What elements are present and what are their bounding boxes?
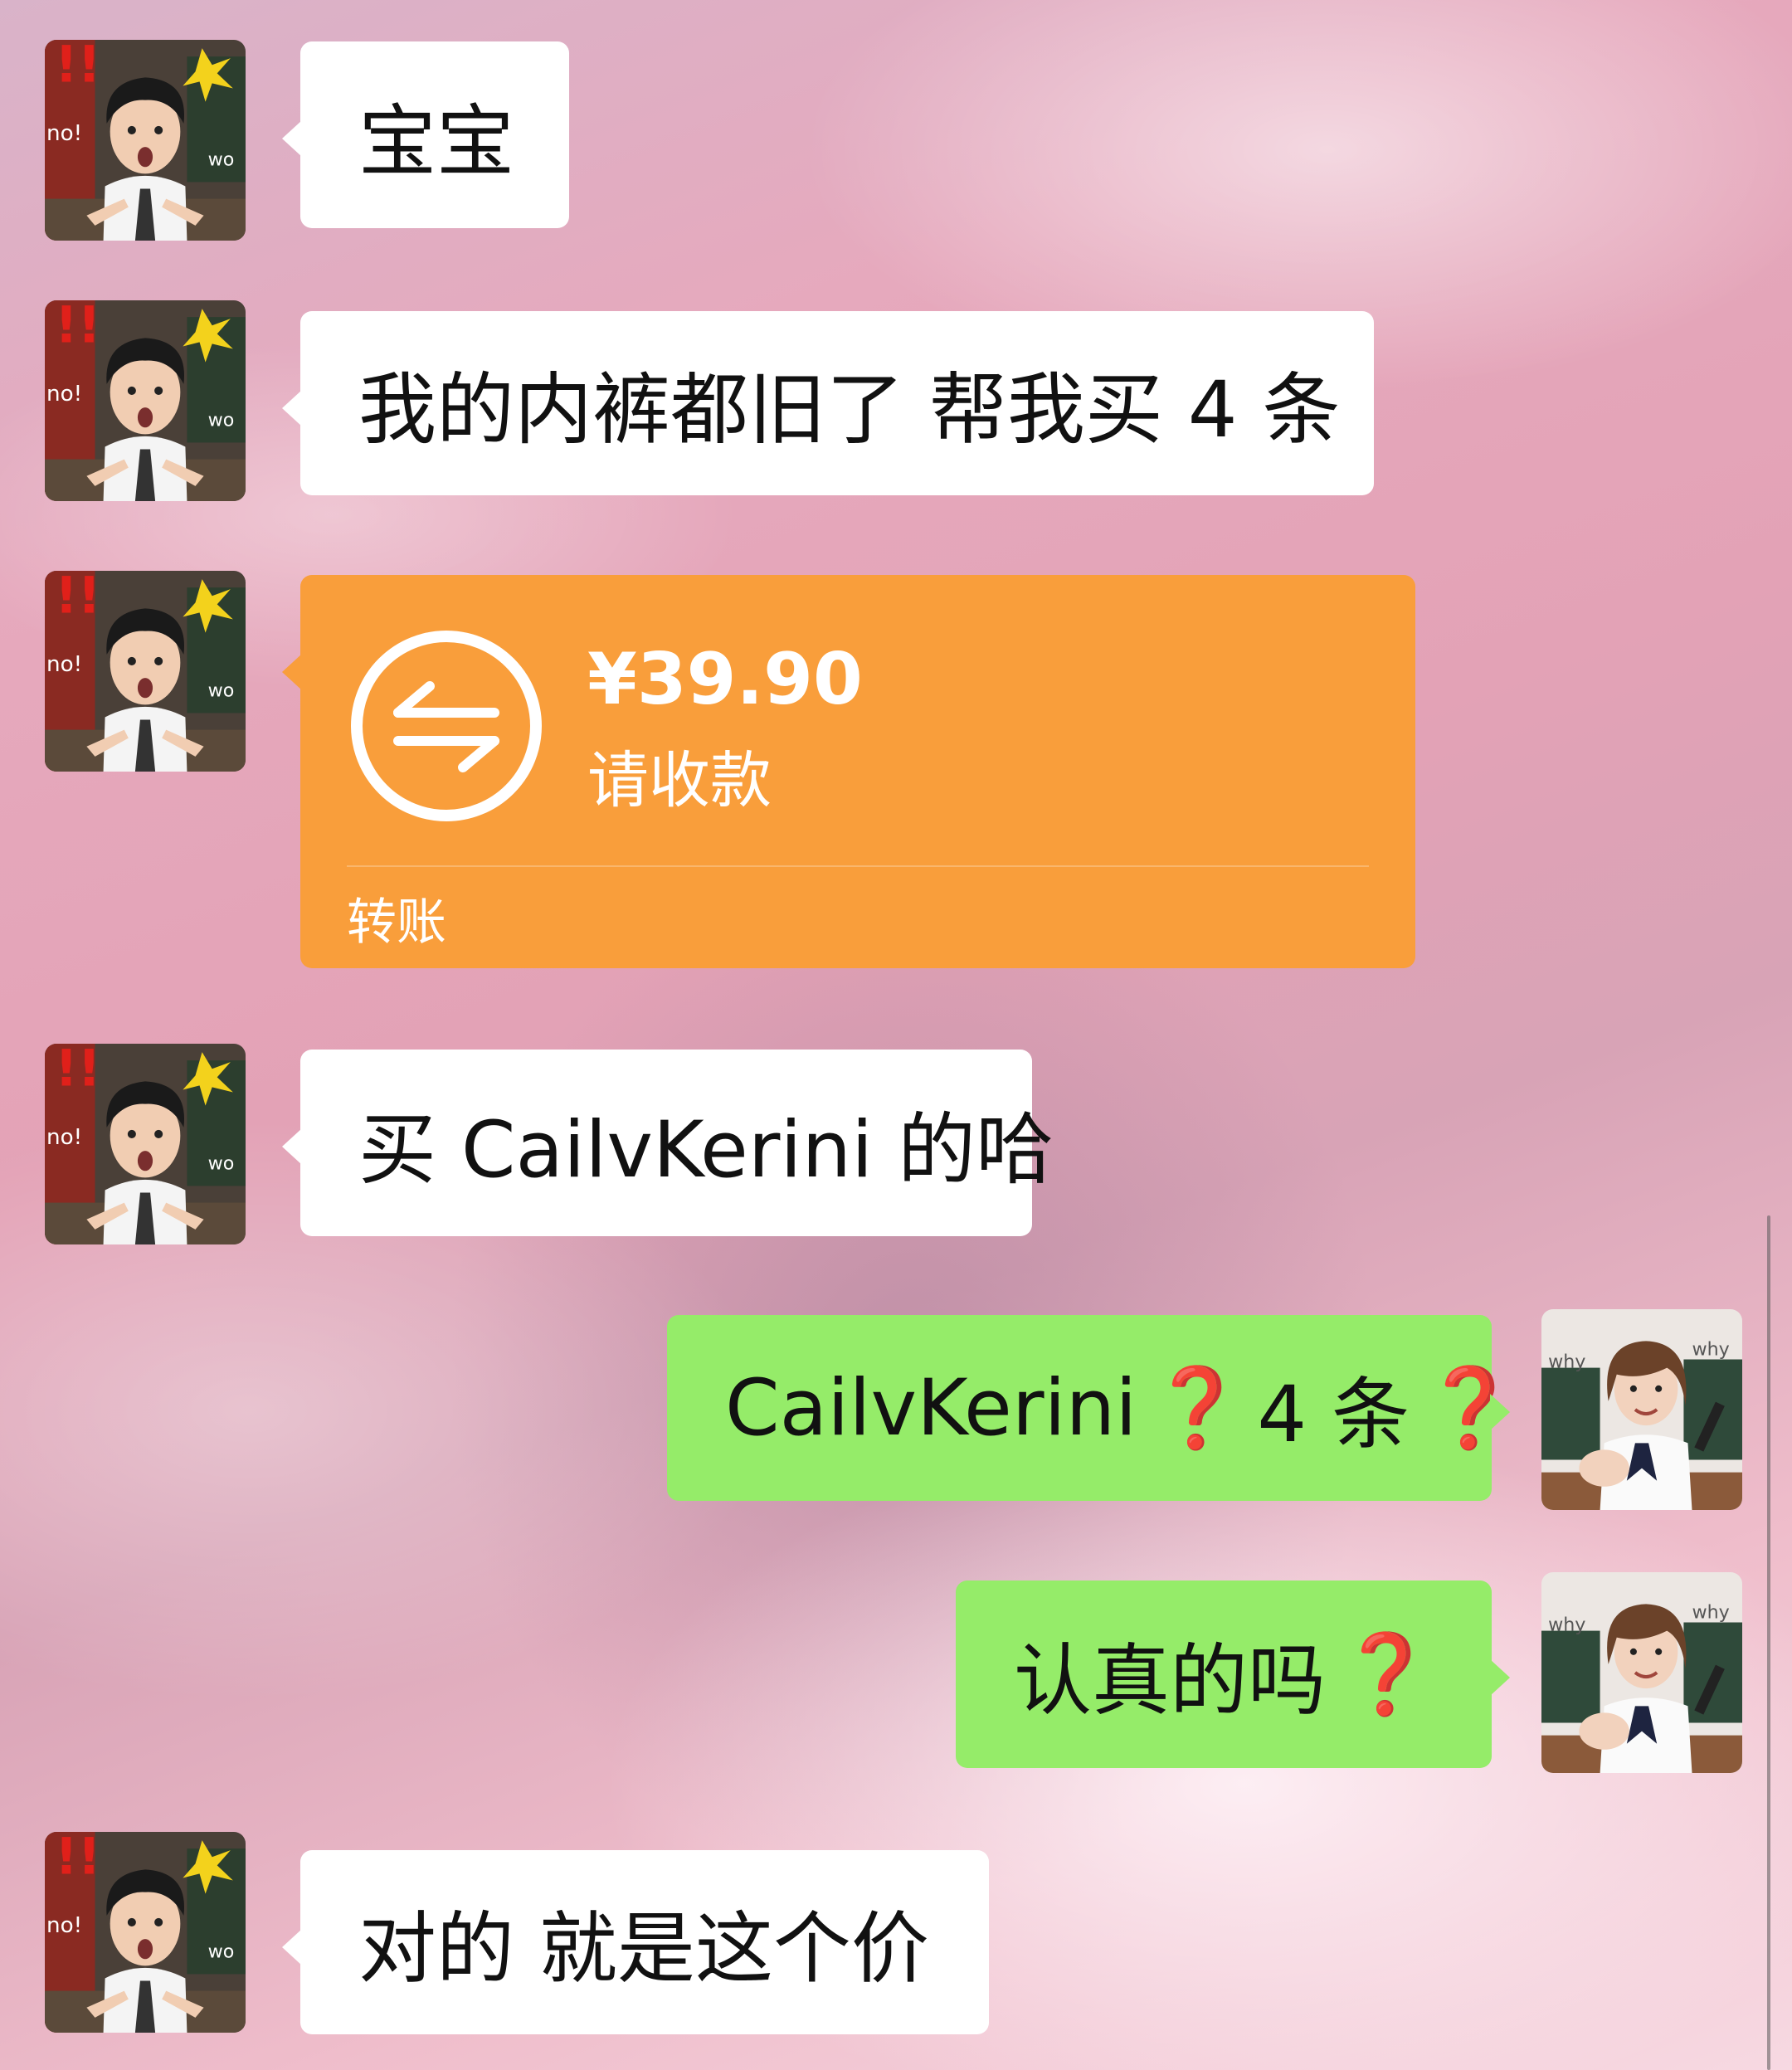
question-mark-emoji: ❓ bbox=[1337, 1629, 1435, 1720]
scrollbar[interactable] bbox=[1767, 1215, 1770, 2070]
message-text: 宝宝 bbox=[358, 96, 515, 188]
transfer-arrows-icon bbox=[347, 626, 546, 826]
message-bubble-incoming[interactable]: 我的内裤都旧了 帮我买 4 条 bbox=[282, 311, 1374, 495]
contact-avatar[interactable] bbox=[45, 571, 246, 772]
self-avatar[interactable] bbox=[1541, 1309, 1742, 1510]
transfer-card[interactable]: ¥39.90 请收款 转账 bbox=[282, 575, 1415, 968]
transfer-amount: ¥39.90 bbox=[587, 638, 863, 721]
question-mark-emoji: ❓ bbox=[1148, 1363, 1246, 1454]
contact-avatar[interactable] bbox=[45, 1832, 246, 2033]
transfer-label: 转账 bbox=[347, 894, 446, 952]
message-text: 认真的吗 bbox=[1014, 1636, 1327, 1727]
message-text: CailvKerini bbox=[725, 1362, 1137, 1454]
self-avatar[interactable] bbox=[1541, 1572, 1742, 1773]
message-bubble-outgoing[interactable]: CailvKerini ❓ 4 条 ❓ bbox=[667, 1315, 1518, 1501]
message-bubble-incoming[interactable]: 买 CailvKerini 的哈 bbox=[282, 1050, 1054, 1236]
contact-avatar[interactable] bbox=[45, 40, 246, 241]
message-bubble-outgoing[interactable]: 认真的吗 ❓ bbox=[956, 1581, 1510, 1768]
transfer-status: 请收款 bbox=[587, 745, 772, 816]
message-text: 4 条 bbox=[1257, 1370, 1410, 1460]
transfer-divider bbox=[347, 865, 1369, 867]
message-text: 对的 就是这个价 bbox=[358, 1904, 929, 1995]
contact-avatar[interactable] bbox=[45, 300, 246, 501]
contact-avatar[interactable] bbox=[45, 1044, 246, 1244]
question-mark-emoji: ❓ bbox=[1421, 1363, 1519, 1454]
message-bubble-incoming[interactable]: 宝宝 bbox=[282, 41, 569, 228]
message-text: 买 CailvKerini 的哈 bbox=[358, 1104, 1054, 1196]
message-bubble-incoming[interactable]: 对的 就是这个价 bbox=[282, 1850, 989, 2034]
message-text: 我的内裤都旧了 帮我买 4 条 bbox=[358, 365, 1341, 455]
